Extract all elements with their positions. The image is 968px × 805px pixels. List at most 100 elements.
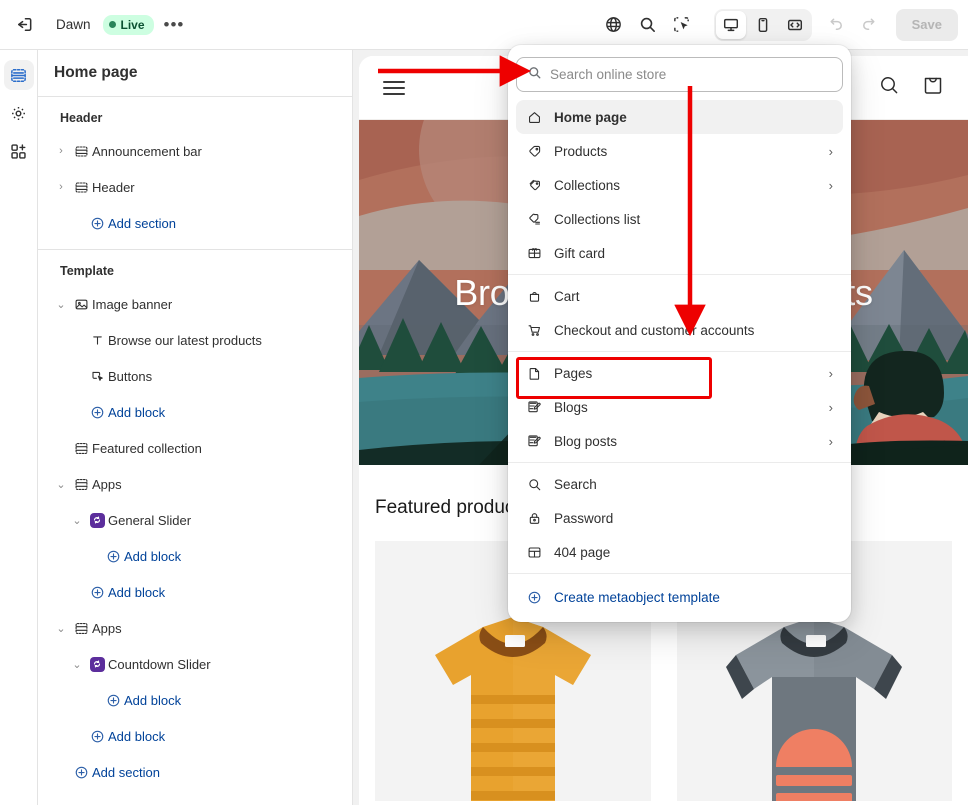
sidebar-item-label: General Slider	[108, 512, 192, 528]
collection-icon	[70, 441, 92, 456]
dropdown-item-404-page[interactable]: 404 page	[516, 535, 843, 569]
fullwidth-icon[interactable]	[780, 11, 810, 39]
dropdown-item-password[interactable]: Password	[516, 501, 843, 535]
save-button[interactable]: Save	[895, 8, 958, 41]
dropdown-item-label: Pages	[554, 365, 593, 381]
inspector-icon[interactable]	[666, 9, 698, 41]
yellow-striped-tshirt-icon	[434, 617, 591, 801]
plus-circle-icon	[70, 765, 92, 780]
cart-icon	[526, 323, 543, 338]
plus-circle-icon	[86, 216, 108, 231]
sidebar-item-label: Add block	[108, 728, 166, 744]
plus-circle-icon	[86, 405, 108, 420]
page-title: Home page	[38, 50, 352, 97]
sidebar-item-featured-collection[interactable]: Featured collection	[46, 430, 344, 466]
undo-icon	[820, 9, 852, 41]
dropdown-item-products[interactable]: Products ›	[516, 134, 843, 168]
sidebar-item-label: Browse our latest products	[108, 332, 262, 348]
dropdown-item-pages[interactable]: Pages ›	[516, 356, 843, 390]
sidebar-group: Template ⌄ Image banner Browse our latest p…	[38, 250, 352, 798]
dropdown-item-gift-card[interactable]: Gift card	[516, 236, 843, 270]
dropdown-item-blog-posts[interactable]: Blog posts ›	[516, 424, 843, 458]
desktop-icon[interactable]	[715, 10, 746, 39]
404-icon	[526, 545, 543, 560]
create-metaobject-template-button[interactable]: Create metaobject template	[516, 580, 843, 614]
dropdown-item-label: Search	[554, 476, 597, 492]
sidebar-item-apps[interactable]: ⌄ Apps	[46, 610, 344, 646]
mobile-icon[interactable]	[748, 11, 778, 39]
search-icon[interactable]	[632, 9, 664, 41]
chevron-right-icon[interactable]: ›	[52, 145, 70, 157]
globe-icon[interactable]	[598, 9, 630, 41]
dropdown-section: Cart Checkout and customer accounts	[508, 274, 851, 351]
dropdown-item-label: Collections list	[554, 211, 641, 227]
chevron-down-icon[interactable]: ⌄	[52, 622, 70, 635]
app-chip-icon	[86, 656, 108, 672]
home-icon	[526, 110, 543, 125]
sidebar-group-label: Template	[60, 264, 114, 278]
sidebar-item-buttons[interactable]: Buttons	[46, 358, 344, 394]
sidebar-item-label: Header	[92, 179, 135, 195]
chevron-right-icon[interactable]: ›	[52, 181, 70, 193]
shop-name[interactable]: Dawn	[56, 17, 91, 32]
dropdown-item-label: Products	[554, 143, 608, 159]
dropdown-item-checkout-and-customer-accounts[interactable]: Checkout and customer accounts	[516, 313, 843, 347]
sidebar-item-label: Announcement bar	[92, 143, 202, 159]
sidebar-item-countdown-slider[interactable]: ⌄ Countdown Slider	[46, 646, 344, 682]
sidebar-item-image-banner[interactable]: ⌄ Image banner	[46, 286, 344, 322]
search-input[interactable]	[550, 67, 832, 82]
status-dot	[108, 21, 116, 28]
dropdown-item-cart[interactable]: Cart	[516, 279, 843, 313]
sidebar-add-button[interactable]: Add block	[46, 394, 344, 430]
sidebar-add-button[interactable]: Add block	[46, 682, 344, 718]
sidebar-add-button[interactable]: Add block	[46, 574, 344, 610]
sidebar-add-button[interactable]: Add block	[46, 538, 344, 574]
sidebar-item-header[interactable]: › Header	[46, 169, 344, 205]
hamburger-icon[interactable]	[383, 80, 405, 95]
chevron-down-icon[interactable]: ⌄	[52, 298, 70, 311]
dropdown-item-label: Blogs	[554, 399, 588, 415]
sidebar-add-button[interactable]: Add section	[46, 205, 344, 241]
chevron-down-icon[interactable]: ⌄	[68, 658, 86, 671]
status-badge: Live	[102, 14, 154, 35]
sidebar-item-general-slider[interactable]: ⌄ General Slider	[46, 502, 344, 538]
exit-icon[interactable]	[8, 9, 40, 41]
blog-icon	[526, 434, 543, 449]
sidebar-item-browse-our-latest-products[interactable]: Browse our latest products	[46, 322, 344, 358]
dropdown-footer: Create metaobject template	[508, 573, 851, 622]
sidebar-item-apps[interactable]: ⌄ Apps	[46, 466, 344, 502]
dropdown-item-collections[interactable]: Collections ›	[516, 168, 843, 202]
redo-icon	[854, 9, 886, 41]
sidebar-item-announcement-bar[interactable]: › Announcement bar	[46, 133, 344, 169]
status-label: Live	[120, 17, 145, 32]
sidebar-item-label: Countdown Slider	[108, 656, 211, 672]
dropdown-item-home-page[interactable]: Home page	[516, 100, 843, 134]
cart-icon[interactable]	[922, 73, 944, 102]
dropdown-item-collections-list[interactable]: Collections list	[516, 202, 843, 236]
sidebar-add-button[interactable]: Add section	[46, 754, 344, 790]
apps-add-icon[interactable]	[4, 136, 34, 166]
dropdown-item-label: Blog posts	[554, 433, 618, 449]
search-icon	[527, 65, 542, 85]
gray-sunset-tshirt-icon	[726, 617, 903, 801]
sidebar-item-label: Buttons	[108, 368, 153, 384]
search-online-store-field[interactable]	[516, 57, 843, 92]
chevron-right-icon: ›	[828, 365, 833, 381]
tag-icon	[526, 144, 543, 159]
sidebar-group-label: Header	[60, 111, 103, 125]
dropdown-item-label: Cart	[554, 288, 580, 304]
dropdown-item-label: Collections	[554, 177, 621, 193]
sidebar-add-button[interactable]: Add block	[46, 718, 344, 754]
chevron-down-icon[interactable]: ⌄	[68, 514, 86, 527]
dropdown-item-blogs[interactable]: Blogs ›	[516, 390, 843, 424]
search-icon[interactable]	[878, 74, 900, 101]
gear-icon[interactable]	[4, 98, 34, 128]
dropdown-item-search[interactable]: Search	[516, 467, 843, 501]
sidebar-item-label: Apps	[92, 476, 122, 492]
sections-icon[interactable]	[3, 60, 34, 90]
chevron-down-icon[interactable]: ⌄	[52, 478, 70, 491]
sidebar-item-label: Image banner	[92, 296, 173, 312]
more-options-button[interactable]: •••	[164, 16, 185, 33]
plus-circle-icon	[102, 693, 124, 708]
image-banner-icon	[70, 297, 92, 312]
